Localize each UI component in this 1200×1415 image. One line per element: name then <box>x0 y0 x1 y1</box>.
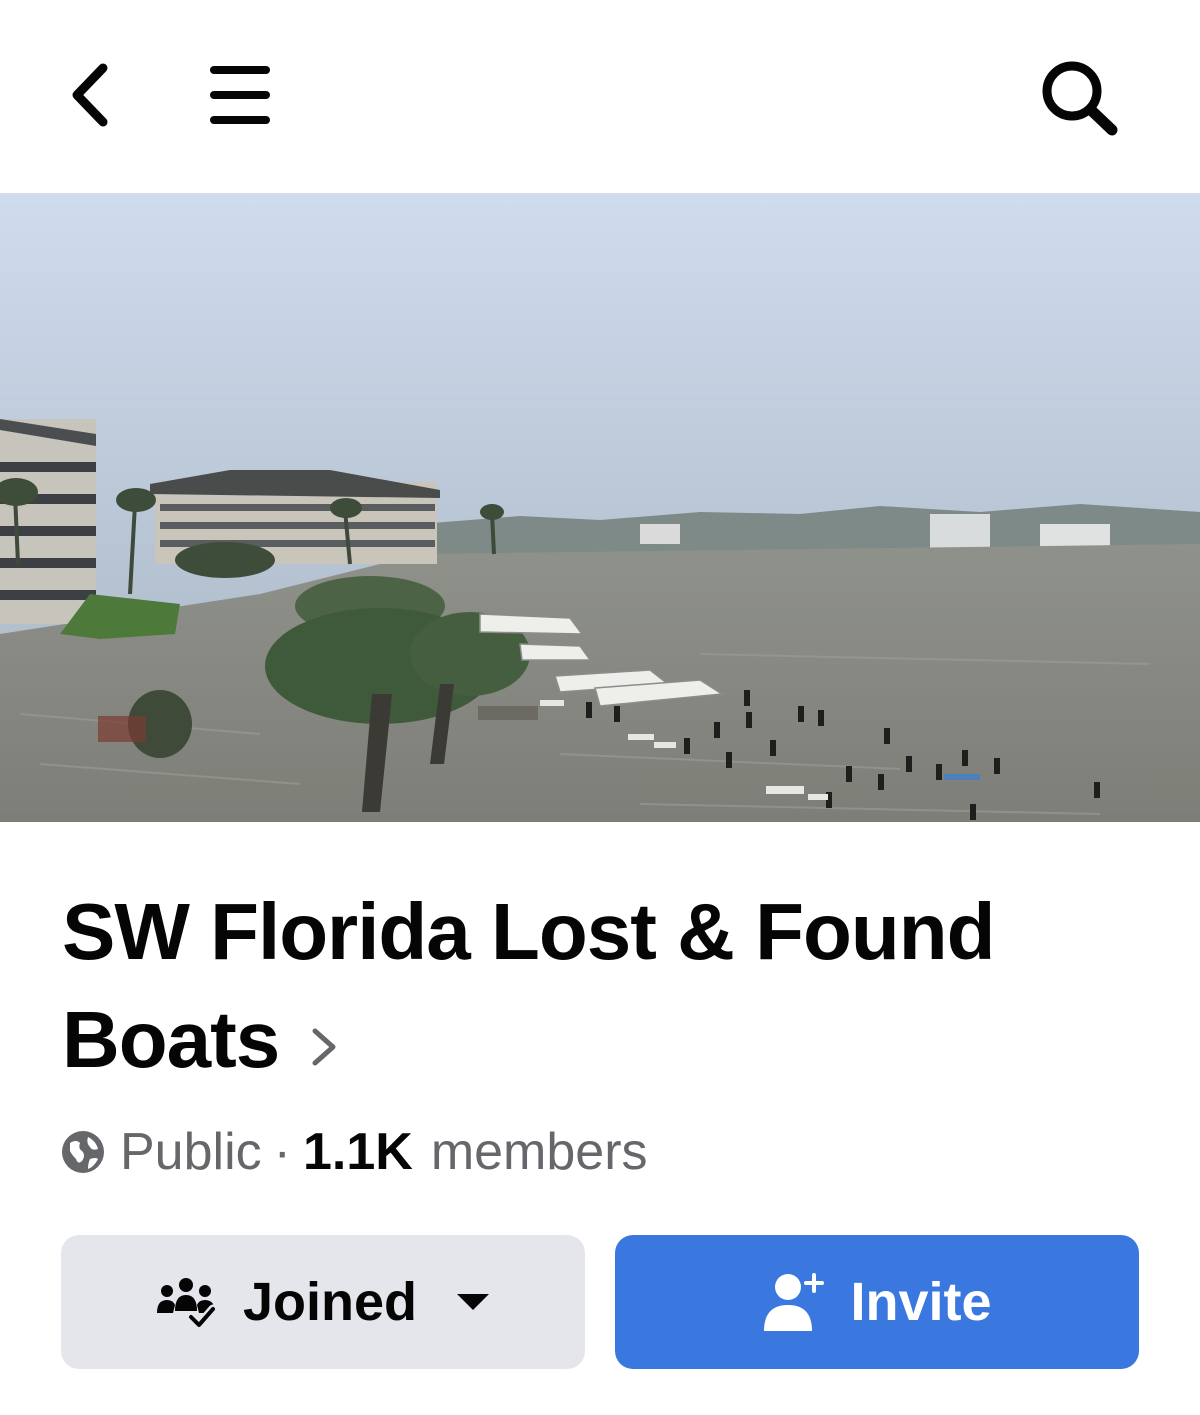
search-button[interactable] <box>1030 50 1130 145</box>
privacy-label: Public <box>120 1123 262 1181</box>
group-meta: Public · 1.1K members <box>60 1122 648 1182</box>
chevron-right-icon <box>309 988 339 1096</box>
group-title-text: SW Florida Lost & Found Boats <box>62 887 995 1084</box>
caret-down-icon <box>455 1292 491 1312</box>
invite-button[interactable]: Invite <box>615 1235 1139 1369</box>
globe-icon <box>60 1129 106 1175</box>
hamburger-menu-icon <box>210 66 270 124</box>
search-icon <box>1042 61 1118 135</box>
add-person-icon <box>762 1271 825 1333</box>
cover-photo[interactable] <box>0 194 1200 822</box>
members-label[interactable]: members <box>431 1122 648 1182</box>
top-navigation-bar <box>0 0 1200 194</box>
member-count[interactable]: 1.1K <box>303 1122 413 1182</box>
meta-separator: · <box>273 1123 291 1181</box>
joined-button[interactable]: Joined <box>61 1235 585 1369</box>
menu-button[interactable] <box>200 55 280 135</box>
invite-label: Invite <box>850 1272 992 1332</box>
group-title[interactable]: SW Florida Lost & Found Boats <box>62 878 1162 1100</box>
joined-label: Joined <box>242 1272 418 1332</box>
flooded-marina-image <box>0 194 1200 822</box>
back-button[interactable] <box>50 55 130 135</box>
group-check-icon <box>155 1275 217 1329</box>
chevron-left-icon <box>72 63 108 127</box>
